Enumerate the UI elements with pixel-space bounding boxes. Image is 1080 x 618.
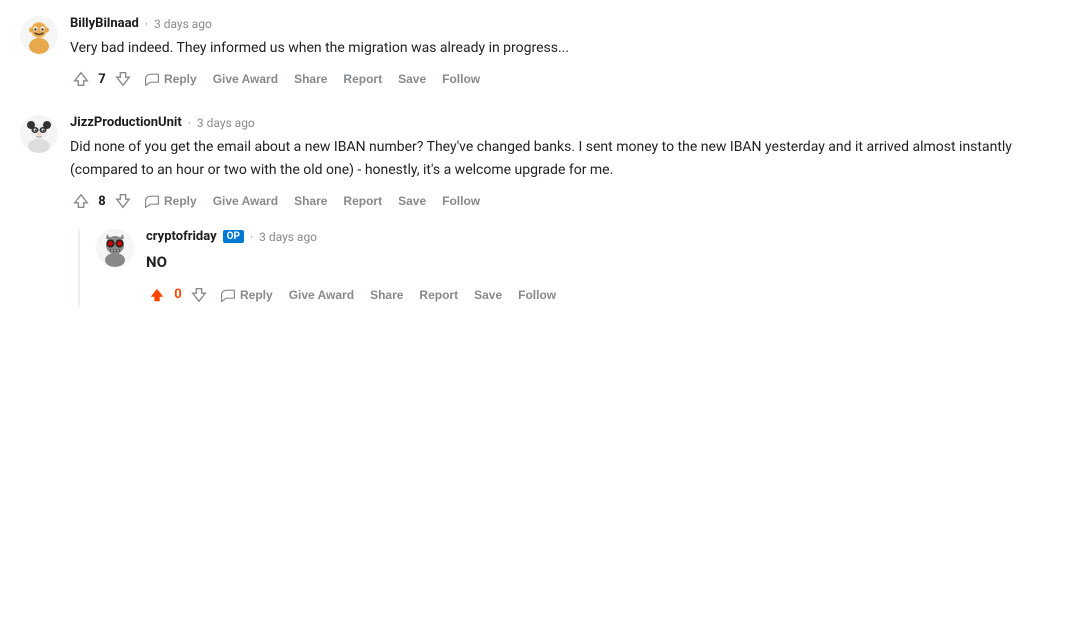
follow-button-reply[interactable]: Follow: [512, 284, 562, 306]
avatar-jizzproductionunit: [20, 115, 58, 153]
comment-actions-1: 7 Reply Give Award Share Repor: [70, 67, 1060, 91]
comment-username-reply: cryptofriday: [146, 229, 217, 244]
comment-actions-2: 8 Reply Give Award Share Repor: [70, 189, 1060, 213]
report-button-1[interactable]: Report: [337, 68, 388, 90]
vote-count-1: 7: [96, 72, 108, 87]
vote-area-reply: 0: [146, 284, 210, 306]
comment-time-1: 3 days ago: [154, 17, 212, 31]
avatar-billybildnaad: [20, 16, 58, 54]
report-button-reply[interactable]: Report: [413, 284, 464, 306]
reply-button-1[interactable]: Reply: [138, 67, 203, 91]
upvote-button-2[interactable]: [70, 190, 92, 212]
comment-jizzproductionunit: JizzProductionUnit · 3 days ago Did none…: [20, 115, 1060, 306]
comment-meta-reply: cryptofriday OP · 3 days ago: [146, 229, 1060, 244]
downvote-button-2[interactable]: [112, 190, 134, 212]
comment-dot-reply: ·: [250, 230, 253, 244]
comment-username-2: JizzProductionUnit: [70, 115, 182, 130]
comment-time-reply: 3 days ago: [259, 230, 317, 244]
share-button-reply[interactable]: Share: [364, 284, 409, 306]
follow-button-2[interactable]: Follow: [436, 190, 486, 212]
comment-dot-2: ·: [188, 116, 191, 130]
comment-body-reply: cryptofriday OP · 3 days ago NO: [146, 229, 1060, 306]
downvote-button-reply[interactable]: [188, 284, 210, 306]
comment-meta-1: BillyBilnaad · 3 days ago: [70, 16, 1060, 31]
reply-button-2[interactable]: Reply: [138, 189, 203, 213]
give-award-button-reply[interactable]: Give Award: [283, 284, 360, 306]
upvote-button-1[interactable]: [70, 68, 92, 90]
comment-body-2: JizzProductionUnit · 3 days ago Did none…: [70, 115, 1060, 306]
upvote-button-reply[interactable]: [146, 284, 168, 306]
downvote-button-1[interactable]: [112, 68, 134, 90]
save-button-1[interactable]: Save: [392, 68, 432, 90]
share-button-1[interactable]: Share: [288, 68, 333, 90]
comment-text-2: Did none of you get the email about a ne…: [70, 136, 1060, 181]
comment-username-1: BillyBilnaad: [70, 16, 139, 31]
follow-button-1[interactable]: Follow: [436, 68, 486, 90]
comment-indent: cryptofriday OP · 3 days ago NO: [78, 229, 1060, 306]
reply-button-reply[interactable]: Reply: [214, 283, 279, 307]
vote-area-1: 7: [70, 68, 134, 90]
save-button-2[interactable]: Save: [392, 190, 432, 212]
comment-billybildnaad: BillyBilnaad · 3 days ago Very bad indee…: [20, 16, 1060, 91]
comment-text-reply: NO: [146, 250, 1060, 274]
report-button-2[interactable]: Report: [337, 190, 388, 212]
comment-time-2: 3 days ago: [197, 116, 255, 130]
give-award-button-2[interactable]: Give Award: [207, 190, 284, 212]
comment-meta-2: JizzProductionUnit · 3 days ago: [70, 115, 1060, 130]
comment-cryptofriday: cryptofriday OP · 3 days ago NO: [96, 229, 1060, 306]
share-button-2[interactable]: Share: [288, 190, 333, 212]
avatar-cryptofriday: [96, 229, 134, 267]
vote-count-reply: 0: [172, 287, 184, 302]
comment-text-1: Very bad indeed. They informed us when t…: [70, 37, 1060, 59]
vote-count-2: 8: [96, 194, 108, 209]
comment-body-1: BillyBilnaad · 3 days ago Very bad indee…: [70, 16, 1060, 91]
give-award-button-1[interactable]: Give Award: [207, 68, 284, 90]
save-button-reply[interactable]: Save: [468, 284, 508, 306]
comment-actions-reply: 0 Reply: [146, 283, 1060, 307]
vote-area-2: 8: [70, 190, 134, 212]
op-badge: OP: [223, 230, 244, 243]
comment-dot-1: ·: [145, 17, 148, 31]
